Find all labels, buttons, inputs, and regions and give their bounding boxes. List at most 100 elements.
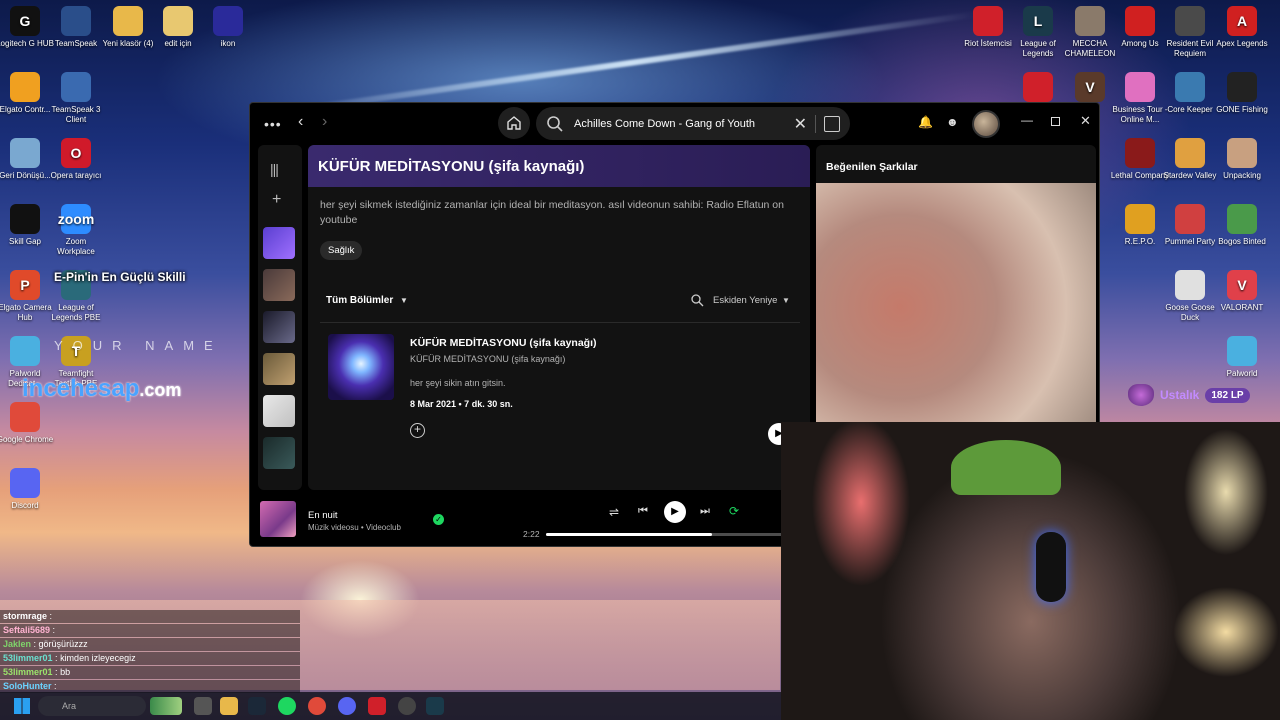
back-arrow-icon[interactable]: ‹	[298, 113, 303, 131]
taskbar-file-explorer-icon[interactable]	[220, 697, 238, 715]
app-icon	[1227, 204, 1257, 234]
library-item[interactable]	[263, 311, 295, 343]
chat-username: SoloHunter	[3, 681, 52, 691]
player-artwork[interactable]	[260, 501, 296, 537]
desktop-icon[interactable]: ikon	[198, 6, 258, 49]
desktop-icon[interactable]: O Opera tarayıcı	[46, 138, 106, 181]
brand-main: incehesap	[22, 375, 140, 402]
app-icon	[1175, 72, 1205, 102]
desktop-icon-label: Google Chrome	[0, 435, 54, 444]
desktop-icon-label: VALORANT	[1220, 303, 1264, 312]
next-icon[interactable]: ⏭	[700, 505, 710, 518]
taskbar-search[interactable]: Ara	[38, 696, 146, 716]
taskbar-discord-icon[interactable]	[338, 697, 356, 715]
desktop-icon[interactable]: Discord	[0, 468, 55, 511]
desktop-icon[interactable]: Palworld	[1212, 336, 1272, 379]
play-pause-button[interactable]: ▶	[664, 501, 686, 523]
app-icon: A	[1227, 6, 1257, 36]
menu-dots-icon[interactable]: •••	[264, 116, 282, 132]
repeat-icon[interactable]: ⟳	[729, 504, 739, 518]
progress-bar[interactable]	[546, 533, 786, 536]
window-close-icon[interactable]: ✕	[1080, 113, 1091, 129]
previous-icon[interactable]: ⏮	[638, 505, 648, 518]
library-item[interactable]	[263, 269, 295, 301]
home-button[interactable]	[498, 107, 530, 139]
webcam-feed	[781, 422, 1280, 720]
desktop-icon-label: League of Legends PBE	[51, 303, 101, 322]
app-icon	[10, 336, 40, 366]
desktop-icon[interactable]: TeamSpeak 3 Client	[46, 72, 106, 125]
sort-order[interactable]: Eskiden Yeniye	[713, 295, 777, 306]
desktop-icon[interactable]: Pummel Party	[1160, 204, 1220, 247]
library-item-liked-songs[interactable]	[263, 227, 295, 259]
taskbar-chrome-icon[interactable]	[308, 697, 326, 715]
desktop-icon[interactable]: L League of Legends	[1008, 6, 1068, 59]
app-icon: O	[61, 138, 91, 168]
taskbar-task-view-icon[interactable]	[194, 697, 212, 715]
app-icon	[113, 6, 143, 36]
desktop-icon[interactable]: Resident Evil Requiem	[1160, 6, 1220, 59]
desktop-icon[interactable]: zoom Zoom Workplace	[46, 204, 106, 257]
desktop-icon[interactable]: Google Chrome	[0, 402, 55, 445]
episode-artwork[interactable]	[328, 334, 394, 400]
app-icon	[1125, 138, 1155, 168]
forward-arrow-icon[interactable]: ›	[322, 113, 327, 131]
notifications-bell-icon[interactable]: 🔔	[918, 115, 933, 129]
taskbar-steam-icon[interactable]	[248, 697, 266, 715]
library-icon[interactable]: |||	[270, 161, 279, 177]
taskbar-league-icon[interactable]	[426, 697, 444, 715]
episode-show[interactable]: KÜFÜR MEDİTASYONU (şifa kaynağı)	[410, 354, 565, 364]
episode-search-icon[interactable]	[690, 293, 704, 307]
clear-search-icon[interactable]: ✕	[794, 114, 807, 134]
filter-caret-icon[interactable]: ▼	[400, 296, 408, 305]
library-item[interactable]	[263, 437, 295, 469]
desktop-icon[interactable]: GONE Fishing	[1212, 72, 1272, 115]
home-icon	[507, 116, 521, 130]
saved-check-icon[interactable]: ✓	[433, 514, 444, 525]
taskbar-widget[interactable]	[150, 697, 182, 715]
friends-activity-icon[interactable]: ☻	[946, 115, 959, 129]
desktop-icon[interactable]: Stardew Valley	[1160, 138, 1220, 181]
app-icon	[61, 72, 91, 102]
taskbar-riot-icon[interactable]	[368, 697, 386, 715]
taskbar-spotify-icon[interactable]	[278, 697, 296, 715]
category-tag[interactable]: Sağlık	[320, 241, 363, 260]
shuffle-icon[interactable]: ⇌	[609, 505, 619, 519]
app-icon	[1175, 6, 1205, 36]
desktop-icon-label: ikon	[220, 39, 236, 48]
desktop-icon-label: Unpacking	[1223, 171, 1261, 180]
maximize-icon[interactable]	[1051, 117, 1060, 126]
library-item[interactable]	[263, 395, 295, 427]
add-episode-icon[interactable]: +	[410, 423, 425, 438]
search-bar[interactable]: Achilles Come Down - Gang of Youth ✕	[536, 107, 850, 140]
desktop-icon[interactable]: V VALORANT	[1212, 270, 1272, 313]
search-input[interactable]: Achilles Come Down - Gang of Youth	[574, 118, 794, 130]
player-track-subtitle[interactable]: Müzik videosu • Videoclub	[308, 523, 401, 532]
desktop-icon[interactable]: Unpacking	[1212, 138, 1272, 181]
desktop-icon[interactable]: A Apex Legends	[1212, 6, 1272, 49]
player-track-title[interactable]: En nuit	[308, 510, 338, 521]
user-avatar[interactable]	[972, 110, 1000, 138]
app-icon	[10, 468, 40, 498]
start-icon[interactable]	[14, 698, 30, 714]
sort-caret-icon[interactable]: ▼	[782, 296, 790, 305]
desktop-icon[interactable]: TeamSpeak	[46, 6, 106, 49]
desktop-icon[interactable]: Goose Goose Duck	[1160, 270, 1220, 323]
library-item[interactable]	[263, 353, 295, 385]
create-plus-icon[interactable]: +	[272, 191, 281, 209]
app-icon	[10, 204, 40, 234]
desktop-icon-label: Discord	[11, 501, 39, 510]
desktop-icon[interactable]	[1008, 72, 1068, 105]
browse-icon[interactable]	[824, 115, 840, 132]
minimize-icon[interactable]: —	[1021, 113, 1033, 127]
chat-separator: :	[52, 667, 61, 677]
desktop-icon[interactable]: Core Keeper	[1160, 72, 1220, 115]
app-icon	[1175, 138, 1205, 168]
episode-title[interactable]: KÜFÜR MEDİTASYONU (şifa kaynağı)	[410, 337, 597, 349]
desktop-icon[interactable]: Bogos Binted	[1212, 204, 1272, 247]
episode-filter[interactable]: Tüm Bölümler	[326, 295, 393, 306]
app-icon	[973, 6, 1003, 36]
taskbar-obs-icon[interactable]	[398, 697, 416, 715]
now-playing-title[interactable]: Beğenilen Şarkılar	[826, 161, 918, 173]
elapsed-time: 2:22	[523, 529, 540, 539]
